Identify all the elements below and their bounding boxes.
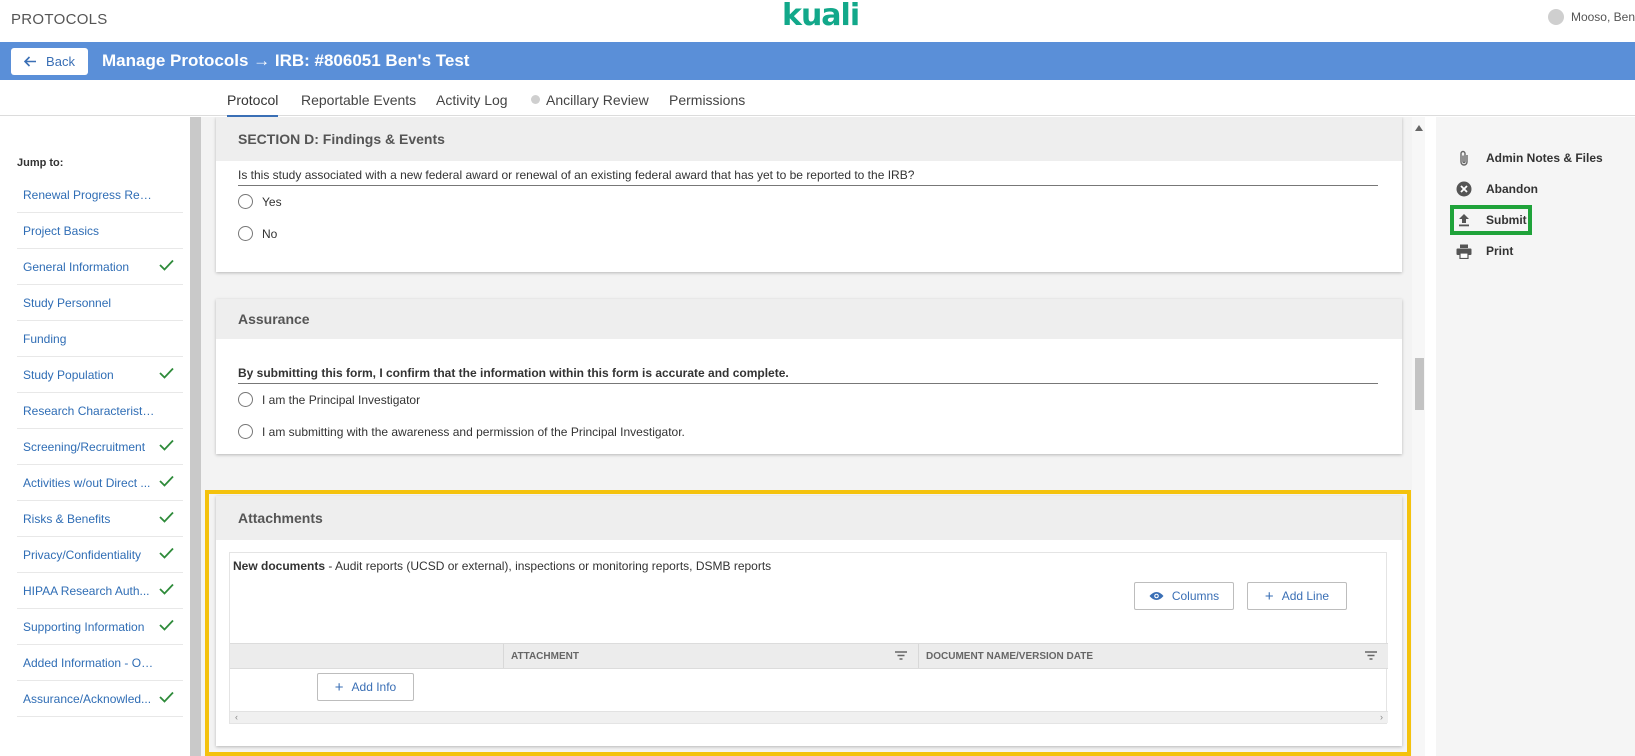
tab-permissions[interactable]: Permissions (669, 92, 745, 108)
checkmark-icon (159, 691, 174, 703)
radio-circle (238, 226, 253, 241)
abandon-action[interactable]: Abandon (1456, 181, 1538, 197)
section-findings-events: SECTION D: Findings & Events Is this stu… (216, 117, 1402, 272)
checkmark-icon (159, 511, 174, 523)
sidebar-item-label: Risks & Benefits (23, 511, 111, 526)
sidebar-item[interactable]: Added Information - Optio... (17, 645, 183, 681)
section-findings-title: SECTION D: Findings & Events (216, 117, 1402, 161)
scroll-thumb[interactable] (1415, 358, 1424, 410)
kuali-logo[interactable]: kuali (782, 0, 860, 33)
user-name: Mooso, Ben (1570, 10, 1635, 24)
sidebar-item[interactable]: Renewal Progress Report (17, 177, 183, 213)
checkmark-icon (159, 547, 174, 559)
assurance-question: By submitting this form, I confirm that … (238, 366, 1378, 384)
scroll-up-icon[interactable] (1415, 125, 1423, 131)
sidebar-item[interactable]: Privacy/Confidentiality (17, 537, 183, 573)
page-title: Manage Protocols → IRB: #806051 Ben's Te… (102, 51, 470, 70)
radio-permission-label: I am submitting with the awareness and p… (262, 424, 685, 439)
abandon-label: Abandon (1486, 182, 1538, 196)
sidebar-item-label: General Information (23, 259, 130, 274)
radio-circle (238, 424, 253, 439)
checkmark-icon (159, 259, 174, 271)
app-name: PROTOCOLS (11, 11, 108, 28)
sidebar-item[interactable]: Study Personnel (17, 285, 183, 321)
close-circle-icon (1456, 181, 1472, 197)
radio-circle (238, 194, 253, 209)
main-scrollbar[interactable] (1412, 117, 1425, 756)
sidebar-item[interactable]: Risks & Benefits (17, 501, 183, 537)
tab-reportable-events[interactable]: Reportable Events (301, 92, 416, 108)
checkmark-icon (159, 439, 174, 451)
sidebar-item[interactable]: Research Characteristics (17, 393, 183, 429)
sidebar-item[interactable]: Activities w/out Direct ... (17, 465, 183, 501)
sidebar-item[interactable]: HIPAA Research Auth... (17, 573, 183, 609)
back-button[interactable]: Back (11, 48, 88, 75)
arrow-left-icon (24, 56, 37, 67)
sidebar-item-label: Renewal Progress Report (23, 187, 155, 202)
jump-to-label: Jump to: (17, 157, 64, 169)
paperclip-icon (1456, 150, 1472, 166)
tab-ancillary-review[interactable]: Ancillary Review (531, 92, 649, 108)
radio-pi-label: I am the Principal Investigator (262, 392, 421, 407)
checkmark-icon (159, 475, 174, 487)
tab-ancillary-review-label: Ancillary Review (546, 92, 649, 108)
radio-with-permission[interactable]: I am submitting with the awareness and p… (238, 424, 685, 439)
sidebar-item-label: Project Basics (23, 223, 100, 238)
top-header: PROTOCOLS kuali Mooso, Ben (0, 0, 1635, 42)
admin-notes-action[interactable]: Admin Notes & Files (1456, 150, 1603, 166)
sidebar-item-label: Study Personnel (23, 295, 112, 310)
sidebar-item-label: Privacy/Confidentiality (23, 547, 142, 562)
sidebar-item-label: Assurance/Acknowled... (23, 691, 152, 706)
print-action[interactable]: Print (1456, 243, 1513, 259)
submit-highlight-box (1450, 205, 1532, 235)
sidebar-item[interactable]: Study Population (17, 357, 183, 393)
tab-activity-log[interactable]: Activity Log (436, 92, 508, 108)
radio-principal-investigator[interactable]: I am the Principal Investigator (238, 392, 420, 407)
sidebar-item[interactable]: Project Basics (17, 213, 183, 249)
avatar (1547, 9, 1564, 25)
tab-protocol[interactable]: Protocol (227, 92, 279, 117)
section-assurance-title: Assurance (216, 299, 1402, 339)
checkmark-icon (159, 619, 174, 631)
sidebar-item-label: Activities w/out Direct ... (23, 475, 151, 490)
sidebar-item[interactable]: Assurance/Acknowled... (17, 681, 183, 717)
sidebar-item-label: Screening/Recruitment (23, 439, 146, 454)
section-assurance: Assurance By submitting this form, I con… (216, 299, 1402, 454)
sidebar-item-label: HIPAA Research Auth... (23, 583, 150, 598)
radio-yes[interactable]: Yes (238, 194, 282, 209)
back-label: Back (46, 54, 75, 69)
sidebar-item-label: Study Population (23, 367, 114, 382)
sidebar-item-label: Research Characteristics (23, 403, 155, 418)
title-bar: Back Manage Protocols → IRB: #806051 Ben… (0, 42, 1635, 80)
sidebar-item-label: Added Information - Optio... (23, 655, 155, 670)
federal-award-question: Is this study associated with a new fede… (238, 168, 1378, 186)
radio-circle (238, 392, 253, 407)
actions-panel: Admin Notes & Files Abandon Submit Print (1436, 117, 1635, 756)
admin-notes-label: Admin Notes & Files (1486, 151, 1603, 165)
app-root: PROTOCOLS kuali Mooso, Ben Back Manage P… (0, 0, 1635, 756)
tab-bar: Protocol Reportable Events Activity Log … (0, 80, 1635, 117)
status-dot-icon (531, 94, 540, 104)
sidebar-item-label: Funding (23, 331, 67, 346)
sidebar-item[interactable]: Funding (17, 321, 183, 357)
radio-no[interactable]: No (238, 226, 277, 241)
checkmark-icon (159, 367, 174, 379)
print-label: Print (1486, 244, 1514, 258)
sidebar-item-label: Supporting Information (23, 619, 145, 634)
attachments-highlight-box (205, 490, 1411, 756)
radio-no-label: No (262, 226, 278, 241)
checkmark-icon (159, 583, 174, 595)
printer-icon (1456, 243, 1472, 259)
radio-yes-label: Yes (262, 194, 282, 209)
sidebar-item[interactable]: General Information (17, 249, 183, 285)
sidebar-item[interactable]: Screening/Recruitment (17, 429, 183, 465)
sidebar-item[interactable]: Supporting Information (17, 609, 183, 645)
user-menu[interactable]: Mooso, Ben (1547, 9, 1635, 25)
sidebar-scrollbar[interactable] (190, 117, 201, 756)
